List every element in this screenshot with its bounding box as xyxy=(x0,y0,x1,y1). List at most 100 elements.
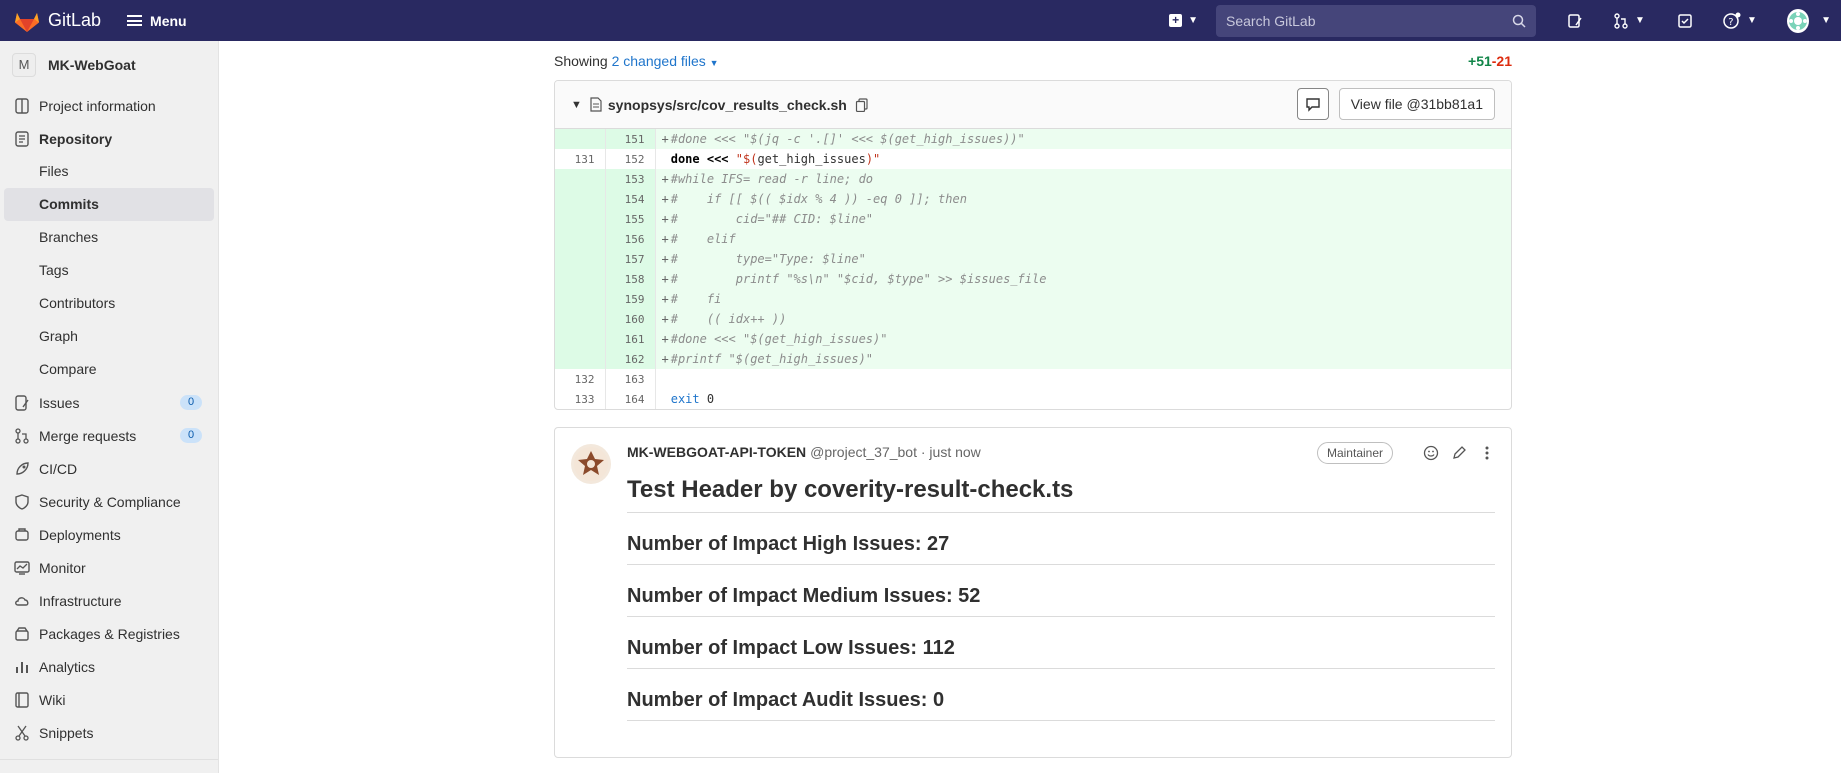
old-line-number[interactable] xyxy=(555,209,606,229)
diff-line: 151 + #done <<< "$(jq -c '.[]' <<< $(get_h… xyxy=(555,129,1511,149)
diff-code-table: 151 + #done <<< "$(jq -c '.[]' <<< $(get_h… xyxy=(555,129,1511,409)
search-input[interactable] xyxy=(1226,12,1512,29)
changed-files-dropdown[interactable]: 2 changed files ▼ xyxy=(612,53,719,69)
diff-line: 155 + # cid="## CID: $line" xyxy=(555,209,1511,229)
sidebar-item-tags[interactable]: Tags xyxy=(0,254,218,287)
issues-count-badge: 0 xyxy=(180,395,202,410)
new-item-dropdown[interactable]: + ▼ xyxy=(1169,14,1198,27)
sidebar-item-commits[interactable]: Commits xyxy=(4,188,214,221)
code-string: )" xyxy=(865,152,881,166)
old-line-number[interactable] xyxy=(555,349,606,369)
new-line-number[interactable]: 156 xyxy=(605,229,656,249)
pencil-icon[interactable] xyxy=(1451,445,1467,461)
project-avatar: M xyxy=(12,53,36,77)
monitor-icon xyxy=(14,560,30,576)
sidebar-item-repository[interactable]: Repository xyxy=(0,122,218,155)
new-line-number[interactable]: 160 xyxy=(605,309,656,329)
diff-line: 160 + # (( idx++ )) xyxy=(555,309,1511,329)
sidebar-item-security[interactable]: Security & Compliance xyxy=(0,485,218,518)
user-menu[interactable]: ▼ xyxy=(1787,8,1831,33)
diff-line: 157 + # type="Type: $line" xyxy=(555,249,1511,269)
help-icon[interactable]: ? ▼ xyxy=(1723,11,1761,31)
sidebar-item-monitor[interactable]: Monitor xyxy=(0,551,218,584)
old-line-number[interactable] xyxy=(555,269,606,289)
code-string: "$( xyxy=(735,152,758,166)
file-icon xyxy=(590,97,602,112)
old-line-number[interactable] xyxy=(555,309,606,329)
more-actions-icon[interactable] xyxy=(1479,445,1495,461)
note-author[interactable]: MK-WEBGOAT-API-TOKEN xyxy=(627,444,806,460)
diff-sign xyxy=(655,389,669,409)
diff-line: 154 + # if [[ $(( $idx % 4 )) -eq 0 ]]; th… xyxy=(555,189,1511,209)
old-line-number[interactable] xyxy=(555,129,606,149)
showing-label: Showing xyxy=(554,52,608,69)
new-line-number[interactable]: 164 xyxy=(605,389,656,409)
note-handle[interactable]: @project_37_bot · just now xyxy=(810,444,981,460)
old-line-number[interactable]: 131 xyxy=(555,149,606,169)
sidebar-item-wiki[interactable]: Wiki xyxy=(0,683,218,716)
new-line-number[interactable]: 158 xyxy=(605,269,656,289)
old-line-number[interactable] xyxy=(555,169,606,189)
sidebar-item-branches[interactable]: Branches xyxy=(0,221,218,254)
new-line-number[interactable]: 159 xyxy=(605,289,656,309)
sidebar-item-analytics[interactable]: Analytics xyxy=(0,650,218,683)
merge-request-icon[interactable]: ▼ xyxy=(1613,11,1651,31)
new-line-number[interactable]: 161 xyxy=(605,329,656,349)
chevron-down-icon: ▼ xyxy=(709,57,719,68)
sidebar-item-compare[interactable]: Compare xyxy=(0,353,218,386)
brand-name: GitLab xyxy=(48,10,102,30)
info-icon xyxy=(14,97,30,114)
avatar xyxy=(1787,8,1810,33)
sidebar-item-project-information[interactable]: Project information xyxy=(0,89,218,122)
sidebar-item-merge-requests[interactable]: Merge requests 0 xyxy=(0,419,218,452)
file-path[interactable]: synopsys/src/cov_results_check.sh xyxy=(608,97,847,113)
new-line-number[interactable]: 154 xyxy=(605,189,656,209)
sidebar-item-deployments[interactable]: Deployments xyxy=(0,518,218,551)
gitlab-home-link[interactable]: GitLab xyxy=(14,9,101,33)
view-file-button[interactable]: View file @31bb81a1 xyxy=(1338,88,1495,120)
code-line: # type="Type: $line" xyxy=(668,249,1511,269)
code-keyword: done <<< xyxy=(670,152,736,166)
diff-line: 133 164 exit 0 xyxy=(555,389,1511,409)
old-line-number[interactable] xyxy=(555,229,606,249)
old-line-number[interactable] xyxy=(555,329,606,349)
code-line: # printf "%s\n" "$cid, $type" >> $issues… xyxy=(668,269,1511,289)
issues-icon[interactable] xyxy=(1567,11,1587,31)
avatar[interactable] xyxy=(571,444,611,484)
sidebar-item-infrastructure[interactable]: Infrastructure xyxy=(0,584,218,617)
code-line: #printf "$(get_high_issues)" xyxy=(668,349,1511,369)
new-line-number[interactable]: 163 xyxy=(605,369,656,389)
new-line-number[interactable]: 152 xyxy=(605,149,656,169)
menu-button[interactable]: Menu xyxy=(127,13,187,29)
new-line-number[interactable]: 157 xyxy=(605,249,656,269)
old-line-number[interactable]: 132 xyxy=(555,369,606,389)
diff-stats: +51-21 xyxy=(1468,53,1512,69)
sidebar-item-snippets[interactable]: Snippets xyxy=(0,716,218,749)
shield-icon xyxy=(14,493,30,510)
toggle-comments-button[interactable] xyxy=(1296,88,1329,120)
sidebar-item-issues[interactable]: Issues 0 xyxy=(0,386,218,419)
chevron-down-icon[interactable]: ▼ xyxy=(571,99,582,111)
sidebar-item-contributors[interactable]: Contributors xyxy=(0,287,218,320)
old-line-number[interactable] xyxy=(555,289,606,309)
old-line-number[interactable] xyxy=(555,249,606,269)
new-line-number[interactable]: 155 xyxy=(605,209,656,229)
copy-icon[interactable] xyxy=(855,97,869,112)
sidebar-item-packages[interactable]: Packages & Registries xyxy=(0,617,218,650)
sidebar-project[interactable]: M MK-WebGoat xyxy=(0,41,218,89)
sidebar-item-label: Wiki xyxy=(39,691,66,708)
sidebar-item-files[interactable]: Files xyxy=(0,155,218,188)
old-line-number[interactable]: 133 xyxy=(555,389,606,409)
new-line-number[interactable]: 153 xyxy=(605,169,656,189)
diff-sign xyxy=(655,149,669,169)
chart-icon xyxy=(14,659,30,675)
old-line-number[interactable] xyxy=(555,189,606,209)
new-line-number[interactable]: 162 xyxy=(605,349,656,369)
diff-line: 162 + #printf "$(get_high_issues)" xyxy=(555,349,1511,369)
sidebar-item-graph[interactable]: Graph xyxy=(0,320,218,353)
emoji-icon[interactable] xyxy=(1423,445,1439,461)
search-icon[interactable] xyxy=(1512,14,1526,28)
todo-icon[interactable] xyxy=(1677,11,1697,31)
sidebar-item-cicd[interactable]: CI/CD xyxy=(0,452,218,485)
new-line-number[interactable]: 151 xyxy=(605,129,656,149)
